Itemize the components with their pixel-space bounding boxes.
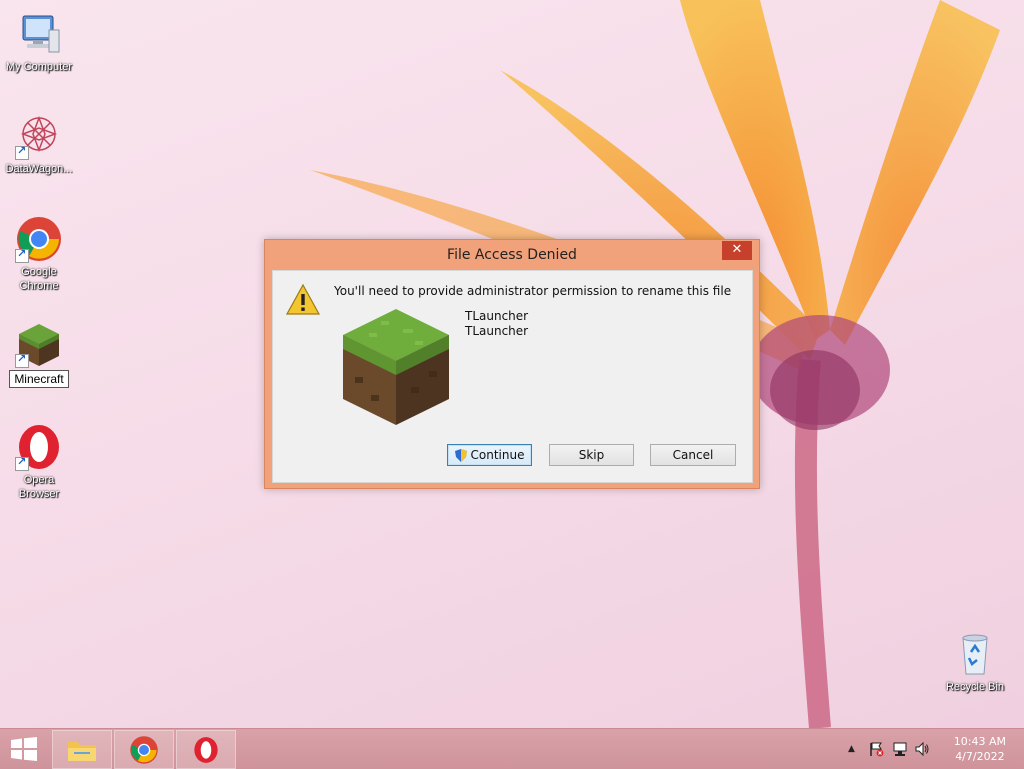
minecraft-grass-block-icon xyxy=(15,320,63,368)
folder-icon xyxy=(68,741,96,761)
file-info: TLauncher TLauncher xyxy=(465,309,528,339)
minecraft-file-thumbnail-icon xyxy=(343,309,449,425)
dialog-body: You'll need to provide administrator per… xyxy=(272,270,753,483)
clock-time: 10:43 AM xyxy=(953,735,1006,748)
datawagon-icon xyxy=(15,112,63,160)
desktop-icon-label: Minecraft xyxy=(9,370,69,388)
show-hidden-icons-chevron-up-icon[interactable]: ▲ xyxy=(848,744,855,754)
file-access-denied-dialog: File Access Denied ✕ You'll need to prov… xyxy=(264,239,760,489)
desktop-icon-opera-browser[interactable]: Opera Browser xyxy=(1,423,77,501)
shortcut-arrow-icon xyxy=(15,144,29,160)
clock-date: 4/7/2022 xyxy=(955,750,1005,763)
windows-logo-icon xyxy=(11,737,37,761)
desktop-icon-datawagon[interactable]: DataWagon... xyxy=(1,112,77,176)
file-type: TLauncher xyxy=(465,324,529,338)
dialog-titlebar[interactable]: File Access Denied ✕ xyxy=(265,240,759,270)
shortcut-arrow-icon xyxy=(15,455,29,471)
continue-button-label: Continue xyxy=(470,448,525,462)
chrome-icon xyxy=(130,735,158,764)
close-button[interactable]: ✕ xyxy=(722,241,752,260)
shortcut-arrow-icon xyxy=(15,247,29,263)
computer-icon xyxy=(15,10,63,58)
system-tray: ▲ 10:43 AM 4/7/2022 xyxy=(824,729,1024,769)
desktop-icon-label: Recycle Bin xyxy=(945,681,1005,693)
desktop-icon-label: Google Chrome xyxy=(19,266,59,292)
file-name: TLauncher xyxy=(465,309,529,323)
action-center-flag-icon[interactable] xyxy=(868,741,884,757)
network-icon[interactable] xyxy=(892,741,908,757)
taskbar-google-chrome[interactable] xyxy=(114,730,174,769)
opera-icon xyxy=(15,423,63,471)
start-button[interactable] xyxy=(0,729,48,769)
desktop-icon-label: Opera Browser xyxy=(18,474,60,500)
taskbar-clock[interactable]: 10:43 AM 4/7/2022 xyxy=(954,734,1006,764)
desktop-icon-recycle-bin[interactable]: Recycle Bin xyxy=(937,630,1013,694)
dialog-title: File Access Denied xyxy=(447,247,577,263)
desktop-icon-label: DataWagon... xyxy=(5,163,73,175)
uac-shield-icon xyxy=(454,448,467,462)
cancel-button[interactable]: Cancel xyxy=(650,444,736,466)
desktop-icon-google-chrome[interactable]: Google Chrome xyxy=(1,215,77,293)
recycle-bin-icon xyxy=(951,630,999,678)
desktop-icon-minecraft[interactable]: Minecraft xyxy=(1,320,77,388)
warning-icon xyxy=(285,283,321,315)
chrome-icon xyxy=(15,215,63,263)
taskbar: ▲ 10:43 AM 4/7/2022 xyxy=(0,728,1024,769)
taskbar-file-explorer[interactable] xyxy=(52,730,112,769)
opera-icon xyxy=(194,736,218,763)
skip-button[interactable]: Skip xyxy=(549,444,634,466)
volume-speaker-icon[interactable] xyxy=(914,741,930,757)
continue-button[interactable]: Continue xyxy=(447,444,532,466)
shortcut-arrow-icon xyxy=(15,352,29,368)
desktop-icon-my-computer[interactable]: My Computer xyxy=(1,10,77,74)
dialog-message: You'll need to provide administrator per… xyxy=(334,284,732,298)
desktop-icon-label: My Computer xyxy=(5,61,73,73)
taskbar-opera-browser[interactable] xyxy=(176,730,236,769)
